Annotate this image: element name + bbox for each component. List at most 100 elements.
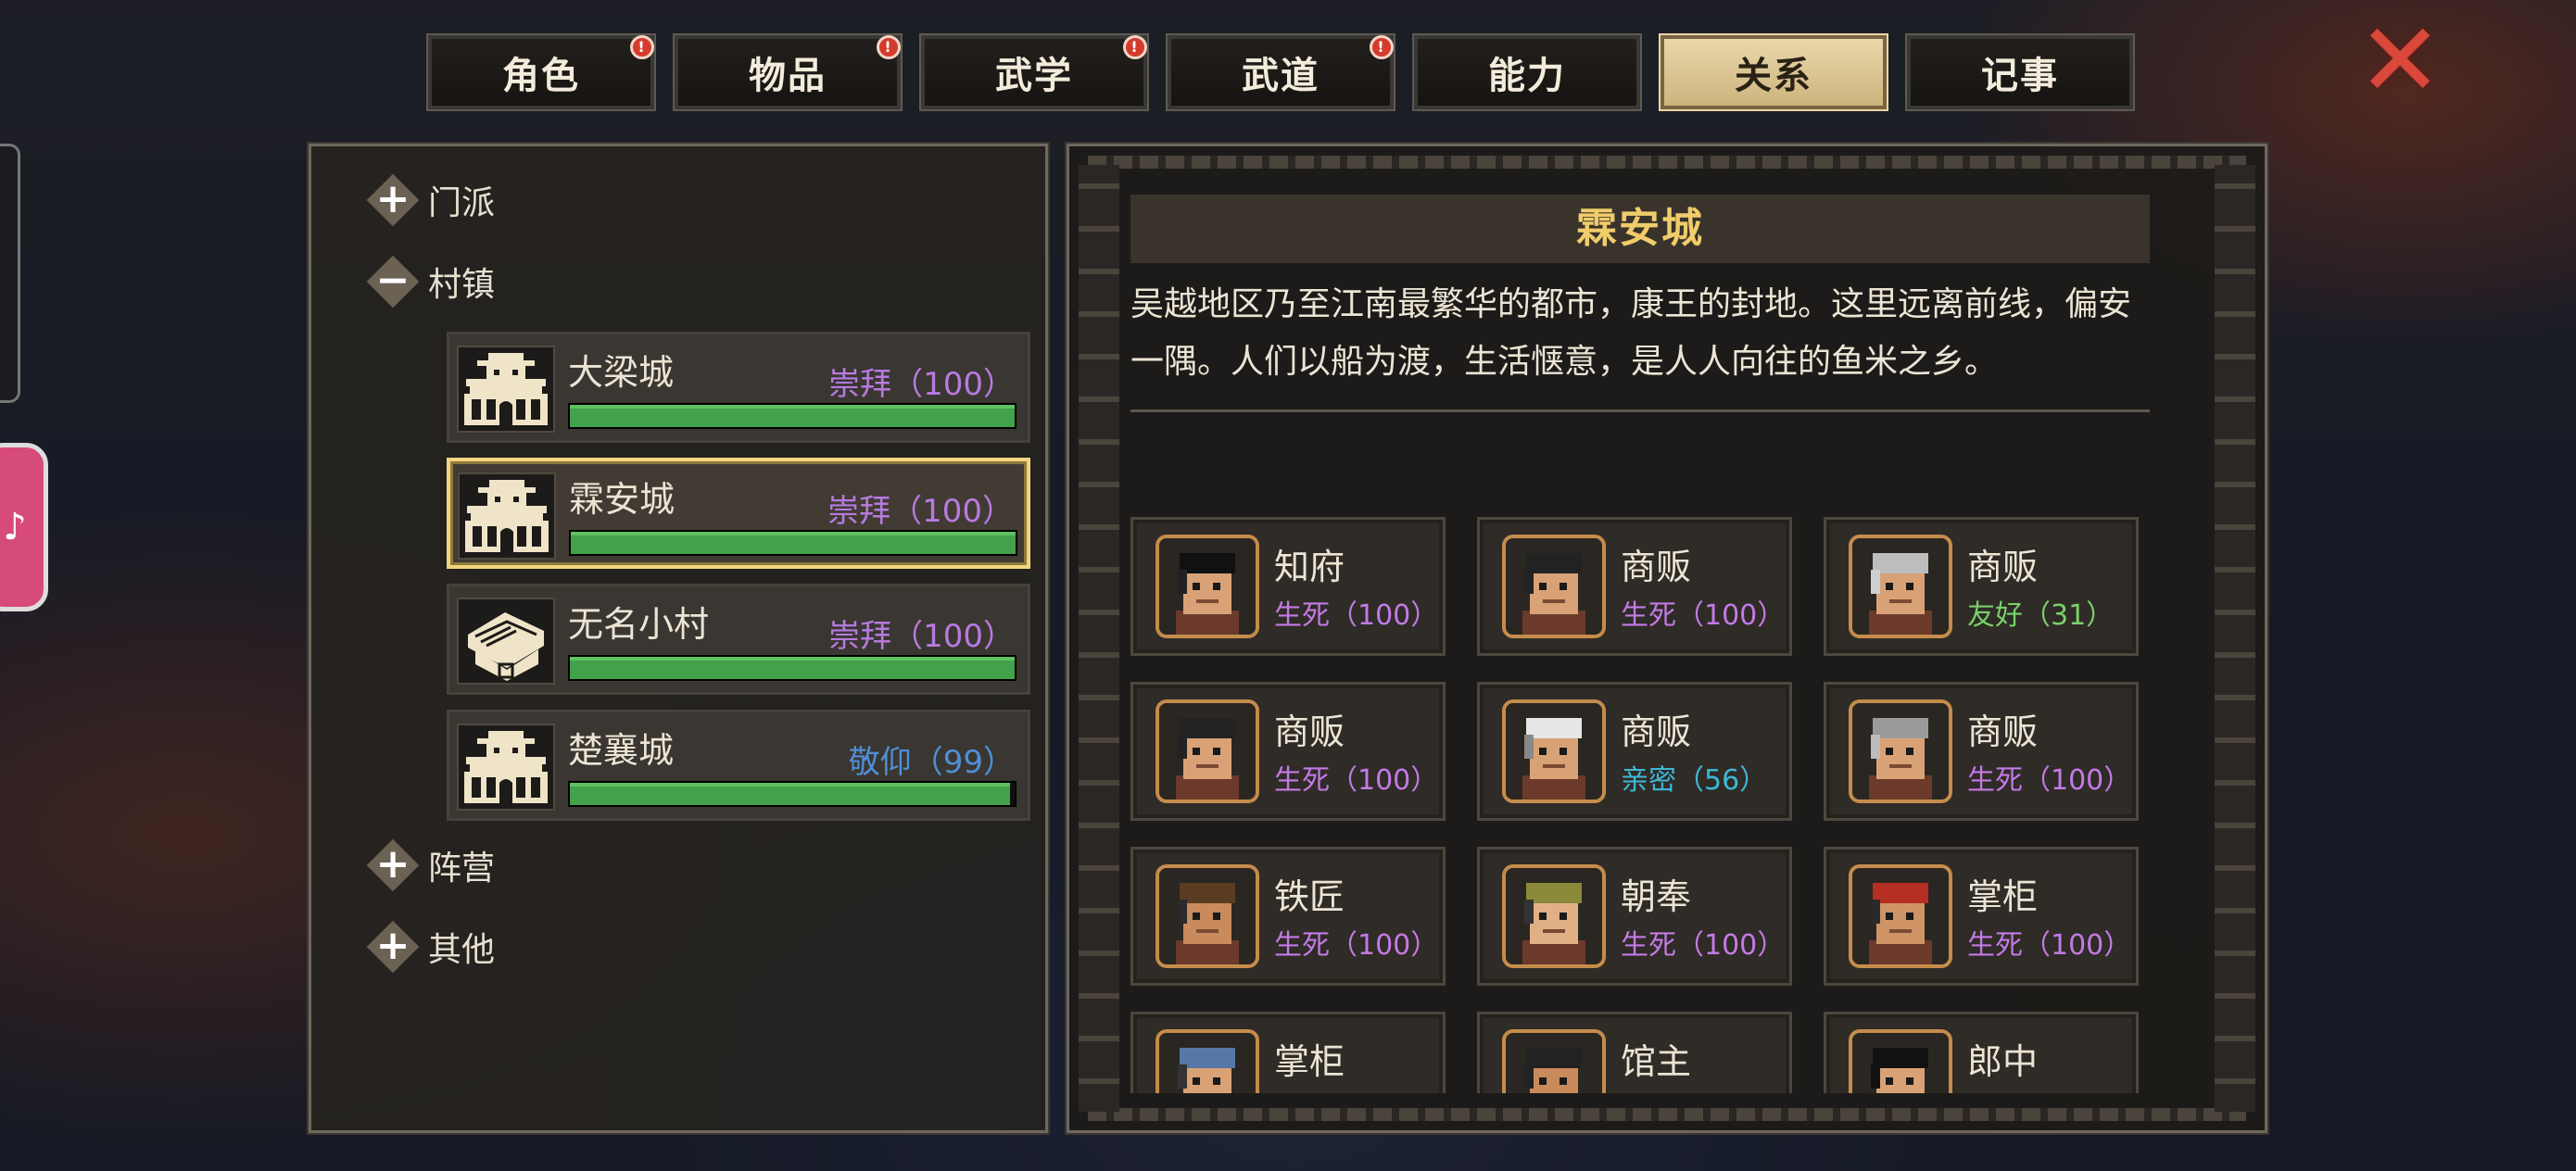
town-status: 敬仰（99） (848, 744, 1015, 781)
expand-icon[interactable]: + (366, 838, 420, 892)
frame-border (1088, 1108, 2246, 1121)
expand-icon[interactable]: + (366, 920, 420, 974)
npc-card[interactable]: 商贩生死（100） (1824, 682, 2139, 821)
tab-5[interactable]: 关系 (1659, 33, 1888, 111)
npc-portrait-icon (1502, 535, 1606, 638)
tab-label: 物品 (749, 55, 827, 97)
tab-label: 关系 (1735, 55, 1812, 97)
npc-relation-status: 生死（100） (1274, 764, 1439, 797)
npc-relation-status: 生死（100） (1967, 764, 2132, 797)
category-2[interactable]: + 阵营 (366, 838, 496, 892)
town-name: 霖安城 (569, 479, 676, 520)
npc-portrait-icon (1849, 864, 1952, 968)
npc-role: 馆主 (1621, 1041, 1692, 1082)
alert-badge-icon: ! (1123, 35, 1147, 59)
npc-role: 商贩 (1621, 711, 1692, 752)
town-name: 大梁城 (568, 352, 675, 393)
npc-portrait-icon (1502, 864, 1606, 968)
frame-border (1088, 156, 2246, 169)
category-0[interactable]: + 门派 (366, 173, 495, 227)
npc-role: 知府 (1274, 547, 1345, 587)
npc-card[interactable]: 商贩 亲密（56） (1477, 682, 1792, 821)
town-name: 楚襄城 (568, 730, 675, 771)
tab-label: 能力 (1488, 55, 1566, 97)
village-house-icon (457, 598, 555, 685)
tab-1[interactable]: 物品! (673, 33, 903, 111)
location-title: 霖安城 (1130, 195, 2150, 263)
npc-relation-status: 友好（31） (1967, 599, 2115, 632)
tab-bar: 角色! 物品! 武学! 武道! 能力 关系 记事 (426, 33, 2135, 111)
npc-card[interactable]: 郎中 (1824, 1012, 2139, 1093)
tab-label: 武学 (995, 55, 1073, 97)
close-icon[interactable]: ✕ (2357, 9, 2443, 111)
town-row[interactable]: 楚襄城 敬仰（99） (447, 710, 1030, 821)
npc-card[interactable]: 掌柜 (1130, 1012, 1446, 1093)
location-description: 吴越地区乃至江南最繁华的都市，康王的封地。这里远离前线，偏安一隅。人们以船为渡，… (1130, 285, 2132, 381)
npc-card[interactable]: 知府 生死（100） (1130, 517, 1446, 656)
alert-badge-icon: ! (877, 35, 901, 59)
npc-card[interactable]: 朝奉 生死（100） (1477, 847, 1792, 986)
relation-category-panel: + 门派 − 村镇 + 阵营 + 其他 大梁城 崇拜（100） 霖安城 崇拜（100） 无名小村 崇拜（1… (307, 142, 1050, 1135)
town-name: 无名小村 (568, 604, 710, 645)
town-status: 崇拜（100） (828, 366, 1015, 403)
collapse-icon[interactable]: − (366, 255, 420, 308)
frame-border (1079, 165, 1119, 1112)
category-1[interactable]: − 村镇 (366, 255, 496, 308)
reputation-bar (568, 403, 1017, 429)
tab-3[interactable]: 武道! (1166, 33, 1395, 111)
npc-card[interactable]: 铁匠 生死（100） (1130, 847, 1446, 986)
reputation-bar (568, 655, 1017, 681)
npc-portrait-icon (1502, 1029, 1606, 1093)
category-3[interactable]: + 其他 (366, 920, 496, 974)
town-row[interactable]: 大梁城 崇拜（100） (447, 332, 1030, 443)
npc-card[interactable]: 馆主 (1477, 1012, 1792, 1093)
category-label: 村镇 (428, 266, 496, 304)
npc-card[interactable]: 商贩生死（100） (1130, 682, 1446, 821)
npc-relation-status: 生死（100） (1621, 929, 1786, 962)
npc-portrait-icon (1849, 1029, 1952, 1093)
npc-portrait-icon (1155, 535, 1259, 638)
npc-role: 商贩 (1967, 547, 2039, 587)
town-row[interactable]: 霖安城 崇拜（100） (447, 458, 1030, 569)
category-label: 其他 (428, 931, 496, 969)
npc-role: 商贩 (1274, 711, 1345, 752)
relation-detail-panel: 霖安城 吴越地区乃至江南最繁华的都市，康王的封地。这里远离前线，偏安一隅。人们以… (1065, 142, 2269, 1135)
detail-scroll-area[interactable]: 霖安城 吴越地区乃至江南最繁华的都市，康王的封地。这里远离前线，偏安一隅。人们以… (1130, 195, 2209, 1093)
reputation-fill (570, 405, 1015, 427)
category-label: 阵营 (428, 850, 496, 888)
npc-relation-status: 生死（100） (1274, 929, 1439, 962)
tab-label: 记事 (1981, 55, 2059, 97)
tab-0[interactable]: 角色! (426, 33, 656, 111)
npc-card[interactable]: 商贩友好（31） (1824, 517, 2139, 656)
alert-badge-icon: ! (1370, 35, 1394, 59)
city-gate-icon (457, 346, 555, 433)
tab-label: 角色 (502, 55, 580, 97)
alert-badge-icon: ! (630, 35, 654, 59)
divider (1130, 409, 2150, 412)
city-gate-icon (458, 472, 556, 560)
tab-2[interactable]: 武学! (919, 33, 1149, 111)
npc-card[interactable]: 掌柜 生死（100） (1824, 847, 2139, 986)
expand-icon[interactable]: + (366, 173, 420, 227)
reputation-fill (570, 783, 1011, 805)
npc-portrait-icon (1502, 699, 1606, 803)
frame-border (2215, 165, 2255, 1112)
npc-relation-status: 生死（100） (1621, 599, 1786, 632)
side-app-icon[interactable]: ♪ (0, 443, 48, 611)
town-row[interactable]: 无名小村 崇拜（100） (447, 584, 1030, 695)
tab-4[interactable]: 能力 (1412, 33, 1642, 111)
reputation-bar (569, 530, 1017, 556)
reputation-bar (568, 781, 1017, 807)
npc-portrait-icon (1849, 699, 1952, 803)
city-gate-icon (457, 724, 555, 811)
tab-6[interactable]: 记事 (1905, 33, 2135, 111)
npc-role: 掌柜 (1274, 1041, 1345, 1082)
npc-card[interactable]: 商贩生死（100） (1477, 517, 1792, 656)
reputation-fill (571, 532, 1016, 554)
side-handle[interactable] (0, 144, 20, 403)
reputation-fill (570, 657, 1015, 679)
town-status: 崇拜（100） (827, 493, 1014, 530)
npc-role: 商贩 (1967, 711, 2039, 752)
npc-portrait-icon (1155, 699, 1259, 803)
npc-role: 商贩 (1621, 547, 1692, 587)
